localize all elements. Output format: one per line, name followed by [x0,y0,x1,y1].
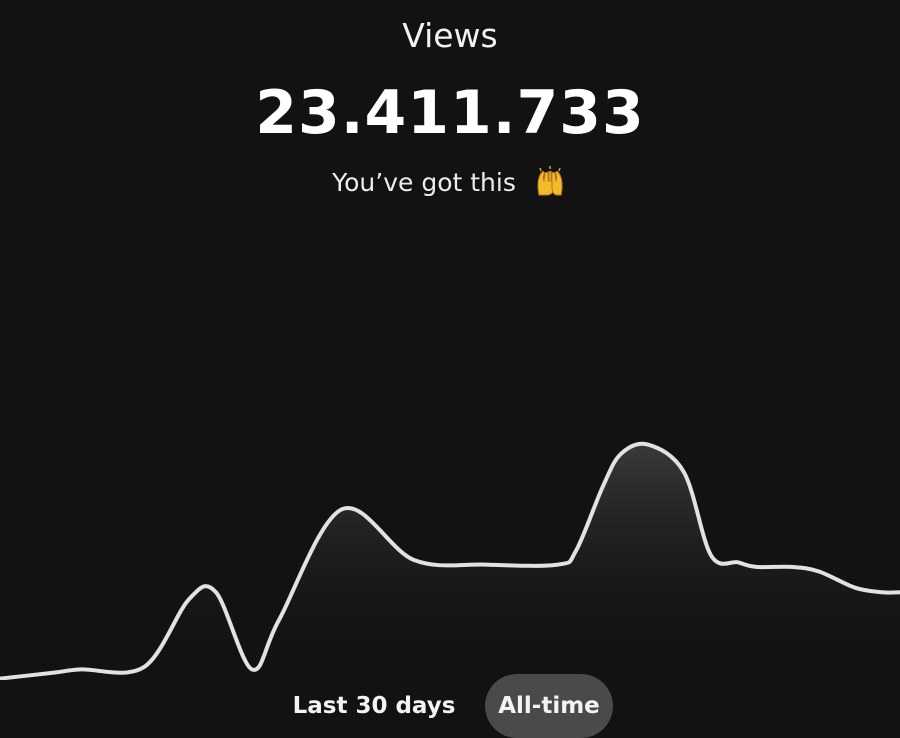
views-chart [0,441,900,680]
views-count: 23.411.733 [255,78,645,148]
encouragement-label: You’ve got this [332,168,516,197]
views-title: Views [402,16,498,55]
time-range-selector: Last 30 days All-time [0,674,900,738]
chart-area [0,443,900,680]
raising-hands-icon [532,165,568,197]
all-time-button[interactable]: All-time [485,674,613,738]
encouragement-text: You’ve got this [0,165,900,197]
last-30-days-button[interactable]: Last 30 days [288,674,460,738]
